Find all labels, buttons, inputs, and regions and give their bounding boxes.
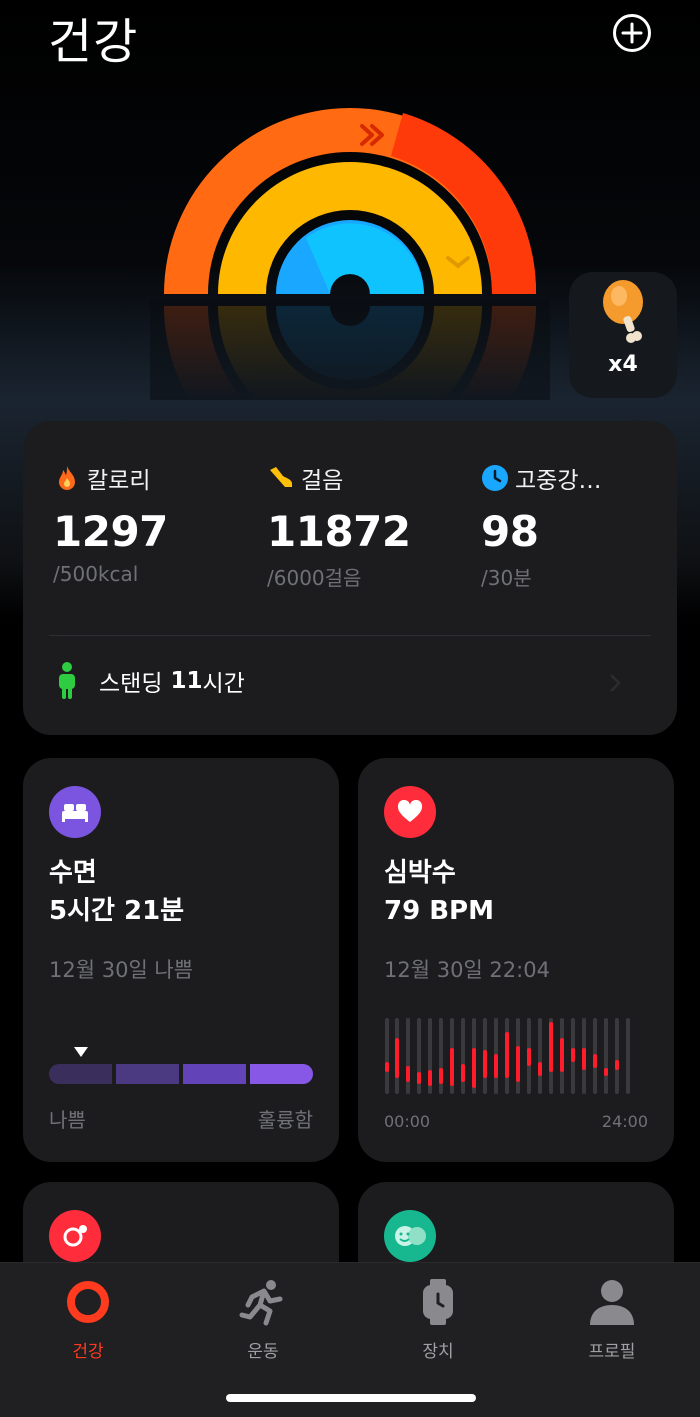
standing-label: 스탠딩 — [99, 671, 163, 697]
tab-device[interactable]: 장치 — [378, 1277, 498, 1362]
standing-value: 11 — [170, 668, 203, 694]
face-icon — [384, 1210, 436, 1262]
calories-metric: 칼로리 1297 /500kcal — [53, 461, 253, 586]
tab-profile[interactable]: 프로필 — [552, 1277, 672, 1362]
intensity-metric: 고중강… 98 /30분 — [481, 461, 681, 591]
hr-timestamp: 12월 30일 22:04 — [384, 958, 550, 982]
hr-title: 심박수 — [384, 858, 456, 888]
sleep-title-block: 수면 5시간 21분 — [49, 854, 184, 930]
tab-label: 운동 — [247, 1342, 279, 1362]
steps-value: 11872 — [267, 507, 411, 556]
calories-goal: /500kcal — [53, 562, 139, 586]
steps-metric: 걸음 11872 /6000걸음 — [267, 461, 467, 591]
drumstick-icon — [603, 280, 643, 343]
bed-icon — [49, 786, 101, 838]
standing-person-icon — [59, 662, 75, 699]
clock-icon — [482, 465, 508, 491]
intensity-value: 98 — [481, 507, 539, 556]
person-icon — [590, 1280, 634, 1325]
steps-label: 걸음 — [301, 468, 344, 494]
hr-axis-end: 24:00 — [601, 1112, 648, 1131]
sleep-title: 수면 — [49, 858, 97, 888]
divider — [49, 635, 651, 636]
shoe-icon — [270, 467, 292, 487]
add-icon[interactable] — [612, 13, 652, 53]
sleep-date-status: 12월 30일 나쁨 — [49, 958, 194, 982]
heart-rate-chart — [385, 1018, 630, 1094]
hr-value: 79 BPM — [384, 896, 494, 926]
standing-row[interactable]: 스탠딩 11 시간 — [53, 661, 245, 701]
activity-summary-card[interactable]: 칼로리 1297 /500kcal 걸음 11872 /6000걸음 고중강… … — [23, 421, 677, 735]
flame-icon — [59, 466, 75, 490]
reward-count: x4 — [608, 352, 638, 377]
oxygen-icon — [49, 1210, 101, 1262]
tab-label: 장치 — [422, 1342, 454, 1362]
activity-rings[interactable] — [150, 100, 550, 400]
quality-high-label: 훌륭함 — [257, 1108, 313, 1132]
running-icon — [239, 1280, 283, 1326]
tab-label: 프로필 — [588, 1342, 636, 1362]
calories-value: 1297 — [53, 507, 168, 556]
sleep-quality-bar — [49, 1064, 313, 1084]
steps-goal: /6000걸음 — [267, 566, 362, 590]
intensity-goal: /30분 — [481, 566, 532, 590]
home-indicator[interactable] — [226, 1394, 476, 1402]
chevron-right-icon[interactable] — [609, 673, 621, 693]
page-title: 건강 — [48, 14, 139, 70]
calories-label: 칼로리 — [87, 468, 151, 494]
tab-health[interactable]: 건강 — [28, 1277, 148, 1362]
heart-rate-card[interactable]: 심박수 79 BPM 12월 30일 22:04 00:00 24:00 — [358, 758, 674, 1162]
reward-badge[interactable]: x4 — [569, 272, 677, 398]
quality-marker-icon — [74, 1047, 88, 1057]
tab-workout[interactable]: 운동 — [203, 1277, 323, 1362]
hr-axis-start: 00:00 — [384, 1112, 431, 1131]
quality-low-label: 나쁨 — [49, 1108, 86, 1132]
hr-title-block: 심박수 79 BPM — [384, 854, 494, 930]
standing-unit: 시간 — [202, 671, 245, 697]
watch-icon — [423, 1279, 453, 1325]
ring-reflection — [150, 300, 550, 400]
ring-icon — [67, 1281, 109, 1323]
tab-label: 건강 — [72, 1342, 104, 1362]
intensity-label: 고중강… — [515, 468, 602, 494]
sleep-card[interactable]: 수면 5시간 21분 12월 30일 나쁨 나쁨 훌륭함 — [23, 758, 339, 1162]
sleep-duration: 5시간 21분 — [49, 896, 185, 926]
heart-icon — [384, 786, 436, 838]
